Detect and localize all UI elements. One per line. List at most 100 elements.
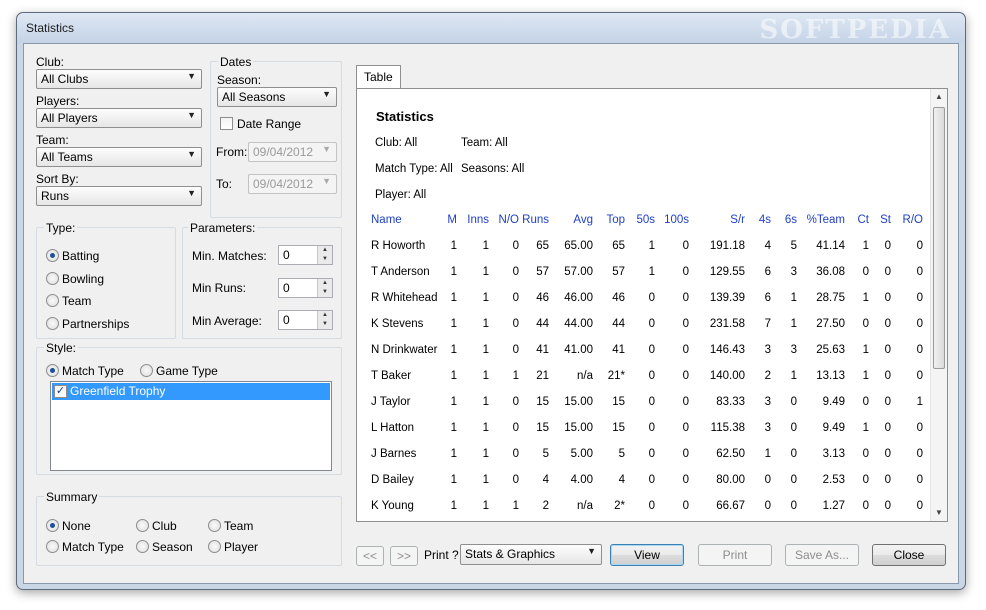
from-date-picker[interactable]: 09/04/2012 ▼ — [248, 142, 337, 162]
stat-cell: n/a — [577, 500, 593, 512]
game-type-radio[interactable] — [140, 364, 153, 377]
tab-table[interactable]: Table — [356, 65, 401, 89]
stat-cell: 44 — [536, 318, 549, 330]
summary-none-radio[interactable] — [46, 519, 59, 532]
spin-down-icon[interactable]: ▼ — [318, 320, 332, 329]
column-header: R/O — [902, 214, 923, 226]
greenfield-trophy-checkbox[interactable]: ✓ — [54, 385, 67, 398]
table-row: R Whitehead 1 1 0 46 46.00 46 0 0 139.39 6 1 28.75 1 0… — [371, 285, 923, 311]
column-header: %Team — [806, 214, 845, 226]
summary-club-radio[interactable] — [136, 519, 149, 532]
spin-up-icon[interactable]: ▲ — [318, 279, 332, 288]
summary-season-label: Season — [152, 540, 193, 554]
bowling-radio[interactable] — [46, 272, 59, 285]
stat-cell: 1 — [450, 344, 457, 356]
table-row: L Hatton 1 1 0 15 15.00 15 0 0 115.38 3 0 9.49 1 0 0 — [371, 415, 923, 441]
summary-player-radio[interactable] — [208, 540, 221, 553]
stat-cell: 0 — [884, 370, 891, 382]
team-select[interactable]: All Teams ▼ — [36, 147, 202, 167]
summary-season-radio[interactable] — [136, 540, 149, 553]
scroll-up-icon[interactable]: ▲ — [931, 89, 947, 105]
stat-cell: 66.67 — [716, 500, 745, 512]
stat-cell: 0 — [862, 396, 869, 408]
match-type-radio[interactable] — [46, 364, 59, 377]
club-select[interactable]: All Clubs ▼ — [36, 69, 202, 89]
stat-cell: 65.00 — [564, 240, 593, 252]
close-button[interactable]: Close — [872, 544, 946, 566]
date-range-checkbox[interactable] — [220, 117, 233, 130]
print-button[interactable]: Print — [698, 544, 772, 566]
stat-cell: 0 — [682, 318, 689, 330]
player-name-cell: R Whitehead — [371, 292, 438, 304]
spin-up-icon[interactable]: ▲ — [318, 311, 332, 320]
spin-down-icon[interactable]: ▼ — [318, 255, 332, 264]
spin-up-icon[interactable]: ▲ — [318, 246, 332, 255]
stat-cell: 2 — [542, 500, 549, 512]
stat-cell: 1 — [648, 240, 655, 252]
title-bar[interactable]: Statistics SOFTPEDIA — [17, 13, 965, 45]
stat-cell: 1 — [450, 500, 457, 512]
column-header: Runs — [522, 214, 549, 226]
to-date-picker[interactable]: 09/04/2012 ▼ — [248, 174, 337, 194]
stat-cell: 0 — [682, 474, 689, 486]
season-select[interactable]: All Seasons ▼ — [217, 87, 337, 107]
stat-cell: 15 — [612, 396, 625, 408]
report-heading: Statistics — [376, 109, 434, 124]
summary-team-radio[interactable] — [208, 519, 221, 532]
summary-match-type-radio[interactable] — [46, 540, 59, 553]
view-button[interactable]: View — [610, 544, 684, 566]
scroll-thumb[interactable] — [933, 107, 945, 369]
stat-cell: 15 — [536, 396, 549, 408]
sortby-select[interactable]: Runs ▼ — [36, 186, 202, 206]
stat-cell: 0 — [512, 292, 519, 304]
save-as-button[interactable]: Save As... — [785, 544, 859, 566]
report-view[interactable]: Statistics Club: All Team: All Match Typ… — [356, 88, 948, 522]
stat-cell: 0 — [884, 474, 891, 486]
summary-team-label: Team — [224, 519, 254, 533]
next-page-button[interactable]: >> — [390, 546, 418, 566]
min-matches-stepper[interactable]: 0 ▲ ▼ — [278, 245, 333, 265]
stat-cell: 0 — [790, 474, 797, 486]
list-item[interactable]: ✓ Greenfield Trophy — [52, 383, 330, 400]
batting-radio-label: Batting — [62, 249, 100, 263]
chevron-down-icon: ▼ — [187, 71, 196, 81]
stat-cell: 65 — [536, 240, 549, 252]
stat-cell: 1 — [482, 370, 489, 382]
stat-cell: 1 — [450, 370, 457, 382]
stat-cell: 1 — [450, 422, 457, 434]
stat-cell: 21 — [536, 370, 549, 382]
stat-cell: 1 — [482, 448, 489, 460]
stat-cell: 0 — [648, 500, 655, 512]
match-type-list[interactable]: ✓ Greenfield Trophy — [50, 381, 332, 471]
print-option-select[interactable]: Stats & Graphics ▼ — [460, 544, 602, 565]
stat-cell: 41.00 — [564, 344, 593, 356]
table-row: K Stevens 1 1 0 44 44.00 44 0 0 231.58 7 1 27.50 0 0 0 — [371, 311, 923, 337]
batting-radio[interactable] — [46, 249, 59, 262]
min-runs-stepper[interactable]: 0 ▲ ▼ — [278, 278, 333, 298]
window-title: Statistics — [26, 21, 75, 35]
partnerships-radio[interactable] — [46, 317, 59, 330]
chevron-down-icon: ▼ — [187, 149, 196, 159]
column-header: Avg — [573, 214, 593, 226]
players-select[interactable]: All Players ▼ — [36, 108, 202, 128]
report-scrollbar[interactable]: ▲ ▼ — [930, 89, 947, 521]
stat-cell: 0 — [682, 344, 689, 356]
team-type-radio[interactable] — [46, 294, 59, 307]
player-name-cell: J Barnes — [371, 448, 417, 460]
stat-cell: 1.27 — [822, 500, 845, 512]
previous-page-button[interactable]: << — [356, 546, 384, 566]
stat-cell: 0 — [648, 292, 655, 304]
stat-cell: 1 — [450, 396, 457, 408]
player-name-cell: N Drinkwater — [371, 344, 438, 356]
stat-cell: 146.43 — [709, 344, 745, 356]
stat-cell: 80.00 — [716, 474, 745, 486]
player-name-cell: K Young — [371, 500, 414, 512]
stat-cell: 3.13 — [822, 448, 845, 460]
spin-down-icon[interactable]: ▼ — [318, 288, 332, 297]
stat-cell: 46 — [536, 292, 549, 304]
stat-cell: 1 — [764, 448, 771, 460]
min-average-stepper[interactable]: 0 ▲ ▼ — [278, 310, 333, 330]
scroll-down-icon[interactable]: ▼ — [931, 505, 947, 521]
chevron-down-icon: ▼ — [322, 89, 331, 99]
table-row: J Taylor 1 1 0 15 15.00 15 0 0 83.33 3 0 9.49 0 0 1 — [371, 389, 923, 415]
